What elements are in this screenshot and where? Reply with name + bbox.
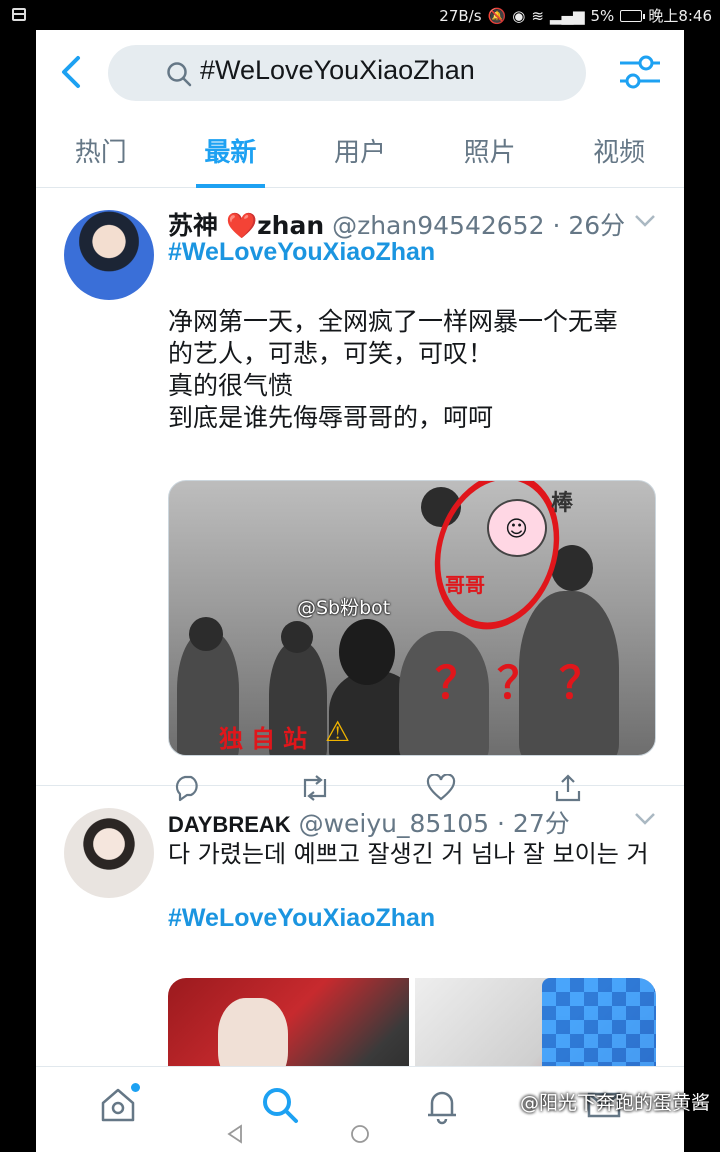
search-tabs: 热门 最新 用户 照片 视频 [36,118,684,188]
tweet-header: 苏神 ❤️zhan @zhan94542652 · 26分 [168,206,625,242]
clock: 晚上8:46 [648,7,712,25]
net-speed: 27B/s [439,6,482,25]
photo-figure [281,621,313,653]
user-handle: @zhan94542652 [332,211,545,240]
status-bar: 27B/s 🔕 ◉ ≋ ▂▄▆ 5% 晚上8:46 [0,0,720,30]
display-name[interactable]: DAYBREAK [168,812,291,837]
circle-label: 哥哥 [445,573,485,597]
heart-emoji-icon: ❤️ [225,211,258,240]
tab-people[interactable]: 用户 [295,118,425,187]
tweet-text: 다 가렸는데 예쁘고 잘생긴 거 넘나 잘 보이는 거 [168,840,649,868]
system-back-icon[interactable] [226,1124,244,1144]
chevron-down-icon[interactable] [634,812,656,826]
status-indicators: 27B/s 🔕 ◉ ≋ ▂▄▆ 5% 晚上8:46 [439,5,712,26]
image-watermark: @Sb粉bot [297,597,391,619]
photo-figure [189,617,223,651]
question-marks: ？？？ [435,658,621,709]
calendar-icon [12,8,26,21]
display-name[interactable]: 苏神 [168,211,218,240]
signal-icon: ▂▄▆ [549,6,585,25]
battery-percent: 5% [590,6,615,25]
search-header: #WeLoveYouXiaoZhan [36,30,684,118]
warning-icon: ⚠ [325,715,351,748]
thumbs-up-sticker-icon: ☺ [487,499,547,557]
sticker-label: 棒 [551,491,574,516]
tweet-time: 26分 [568,211,626,240]
system-home-icon[interactable] [350,1124,370,1144]
hashtag-link[interactable]: #WeLoveYouXiaoZhan [168,238,435,267]
avatar[interactable] [64,210,154,300]
tweet-header: DAYBREAK @weiyu_85105 · 27分 [168,804,570,840]
user-handle: @weiyu_85105 [298,809,490,838]
photo-figure [339,619,395,685]
tweet[interactable]: 苏神 ❤️zhan @zhan94542652 · 26分 #WeLoveYou… [36,188,684,802]
back-arrow-icon[interactable] [56,54,86,90]
tab-photos[interactable]: 照片 [425,118,555,187]
chevron-down-icon[interactable] [634,214,656,228]
tweet-image[interactable]: ☺ 棒 哥哥 ？？？ 独自站 ⚠ @Sb粉bot [168,480,656,756]
separator-dot: · [497,809,505,838]
separator-dot: · [552,211,561,240]
footer-watermark: @阳光下奔跑的蛋黄酱 [519,1092,710,1114]
tweet-text: 净网第一天，全网疯了一样网暴一个无辜 的艺人，可悲，可笑，可叹！ 真的很气愤 到… [168,307,619,432]
twitter-app: #WeLoveYouXiaoZhan 热门 最新 用户 照片 视频 苏神 ❤️z… [36,30,684,1152]
avatar[interactable] [64,808,154,898]
wifi-icon: ≋ [531,6,544,25]
tab-top[interactable]: 热门 [36,118,166,187]
tab-latest[interactable]: 最新 [166,118,296,188]
search-input[interactable]: #WeLoveYouXiaoZhan [108,45,586,101]
search-icon [167,62,192,87]
tweet-time: 27分 [512,809,570,838]
mute-icon: 🔕 [487,6,507,25]
notification-dot [131,1083,140,1092]
battery-icon [620,9,646,22]
hashtag-link[interactable]: #WeLoveYouXiaoZhan [168,904,435,933]
system-navigation [36,1120,684,1152]
search-query: #WeLoveYouXiaoZhan [200,55,475,85]
filter-icon[interactable] [618,52,662,92]
eye-icon: ◉ [512,6,526,25]
display-name-suffix[interactable]: zhan [257,211,324,240]
tab-videos[interactable]: 视频 [554,118,684,187]
bottom-caption: 独自站 [219,725,315,753]
